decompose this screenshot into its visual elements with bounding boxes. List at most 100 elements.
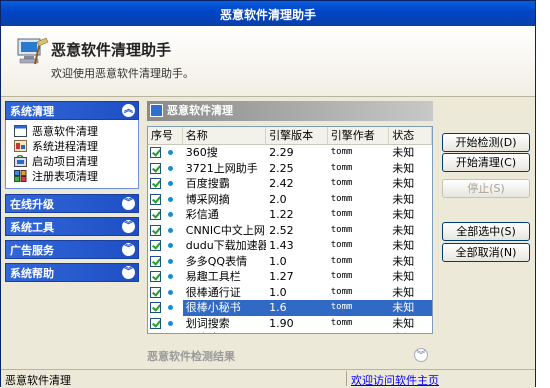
- author-cell: tomm: [330, 317, 353, 328]
- author-cell: tomm: [330, 240, 353, 250]
- row-checkbox[interactable]: [150, 209, 161, 220]
- sidebar: 系统清理 ︽ 恶意软件清理 系统进程清理 启动项目清理 注册表项清理 在线升级: [5, 101, 139, 369]
- bullet-icon: [168, 289, 173, 295]
- table-row[interactable]: 彩信通 1.22 tomm 未知: [148, 207, 432, 223]
- row-checkbox[interactable]: [150, 240, 161, 251]
- status-cell: 未知: [392, 285, 415, 299]
- chevron-down-icon[interactable]: ︾: [122, 266, 135, 279]
- stop-button[interactable]: 停止(S): [442, 179, 530, 198]
- homepage-link[interactable]: 欢迎访问软件主页: [351, 372, 439, 388]
- author-cell: tomm: [330, 209, 353, 219]
- version-cell: 2.52: [269, 223, 294, 237]
- author-cell: tomm: [327, 300, 390, 316]
- deselect-all-button[interactable]: 全部取消(N): [442, 243, 530, 262]
- status-cell: 未知: [392, 177, 415, 190]
- version-cell: 1.0: [269, 285, 287, 299]
- row-select-cell[interactable]: [148, 316, 183, 332]
- table-row[interactable]: 划词搜索 1.90 tomm 未知: [148, 316, 432, 332]
- row-select-cell[interactable]: [148, 161, 183, 177]
- title-bar[interactable]: 恶意软件清理助手: [1, 1, 535, 26]
- row-checkbox[interactable]: [150, 271, 161, 282]
- name-cell: 很棒通行证: [185, 285, 241, 299]
- chevron-down-icon[interactable]: ︾: [122, 220, 135, 233]
- status-cell: 未知: [392, 146, 415, 159]
- row-checkbox[interactable]: [150, 317, 161, 329]
- window-icon: [14, 125, 27, 137]
- detail-panel-title[interactable]: 恶意软件检测结果: [147, 347, 433, 367]
- row-select-cell[interactable]: [148, 285, 183, 301]
- malware-list[interactable]: 序号 名称 引擎版本 引擎作者 状态 360搜 2.29 tomm 未知 3721上网助…: [147, 126, 433, 334]
- sidebar-section-system-help[interactable]: 系统帮助 ︾: [5, 263, 139, 282]
- row-checkbox[interactable]: [150, 286, 161, 298]
- column-header[interactable]: 引擎版本: [266, 127, 328, 144]
- version-cell: 1.22: [269, 208, 294, 221]
- column-header[interactable]: 名称: [183, 127, 267, 144]
- row-select-cell[interactable]: [148, 192, 183, 208]
- chevron-down-icon[interactable]: ︾: [122, 243, 135, 256]
- row-checkbox[interactable]: [150, 162, 161, 174]
- table-row[interactable]: 多多QQ表情 1.0 tomm 未知: [148, 254, 432, 270]
- row-select-cell[interactable]: [148, 238, 183, 254]
- bullet-icon: [168, 258, 173, 264]
- table-row[interactable]: 百度搜霸 2.42 tomm 未知: [148, 176, 432, 192]
- table-row[interactable]: 360搜 2.29 tomm 未知: [148, 145, 432, 161]
- row-select-cell[interactable]: [148, 269, 183, 285]
- computer-icon: [17, 37, 49, 65]
- select-all-button[interactable]: 全部选中(S): [442, 222, 530, 241]
- chevron-down-icon[interactable]: ︾: [122, 197, 135, 210]
- author-cell: tomm: [330, 271, 353, 281]
- status-cell: 未知: [392, 208, 415, 221]
- table-row[interactable]: CNNIC中文上网 2.52 tomm 未知: [148, 223, 432, 239]
- sidebar-section-ad-service[interactable]: 广告服务 ︾: [5, 240, 139, 259]
- row-checkbox[interactable]: [150, 224, 161, 236]
- table-row[interactable]: 很棒小秘书 1.6 tomm 未知: [148, 300, 432, 316]
- name-cell: 3721上网助手: [185, 161, 258, 175]
- row-checkbox[interactable]: [150, 178, 161, 189]
- panel-header: 恶意软件清理: [147, 101, 433, 121]
- table-row[interactable]: dudu下载加速器 1.43 tomm 未知: [148, 238, 432, 254]
- column-header[interactable]: 引擎作者: [328, 127, 390, 144]
- start-clean-button[interactable]: 开始清理(C): [442, 153, 530, 172]
- table-row[interactable]: 易趣工具栏 1.27 tomm 未知: [148, 269, 432, 285]
- sidebar-item-process-clean[interactable]: 系统进程清理: [14, 139, 138, 154]
- author-cell: tomm: [328, 331, 390, 333]
- row-select-cell[interactable]: [148, 223, 183, 239]
- row-checkbox[interactable]: [150, 333, 161, 334]
- sidebar-section-online-update[interactable]: 在线升级 ︾: [5, 194, 139, 213]
- column-header[interactable]: 状态: [389, 127, 432, 144]
- row-checkbox[interactable]: [150, 302, 161, 313]
- sidebar-section-system-clean[interactable]: 系统清理 ︽: [5, 101, 139, 120]
- version-cell: 1.27: [269, 270, 294, 283]
- chevron-up-icon[interactable]: ︽: [122, 104, 135, 117]
- start-scan-button[interactable]: 开始检测(D): [442, 133, 530, 152]
- sidebar-section-system-tools[interactable]: 系统工具 ︾: [5, 217, 139, 236]
- row-checkbox[interactable]: [150, 255, 161, 267]
- table-row[interactable]: 网络猪1.33tomm未知: [148, 331, 432, 334]
- row-select-cell[interactable]: [148, 254, 183, 270]
- sidebar-item-malware-clean[interactable]: 恶意软件清理: [14, 124, 138, 139]
- table-row[interactable]: 很棒通行证 1.0 tomm 未知: [148, 285, 432, 301]
- table-row[interactable]: 3721上网助手 2.25 tomm 未知: [148, 161, 432, 177]
- sidebar-item-startup-clean[interactable]: 启动项目清理: [14, 154, 138, 169]
- row-checkbox[interactable]: [150, 147, 161, 158]
- chevron-down-icon[interactable]: ︾: [414, 348, 428, 362]
- welcome-text: 欢迎使用恶意软件清理助手。: [51, 67, 194, 80]
- row-select-cell[interactable]: [148, 331, 183, 334]
- row-select-cell[interactable]: [148, 145, 183, 161]
- row-select-cell[interactable]: [148, 207, 183, 223]
- section-label: 系统工具: [10, 221, 54, 234]
- main-panel: 恶意软件清理 序号 名称 引擎版本 引擎作者 状态 360搜 2.29 tomm 未知…: [147, 101, 433, 369]
- status-cell: 未知: [389, 300, 432, 316]
- row-select-cell[interactable]: [148, 176, 183, 192]
- sidebar-item-registry-clean[interactable]: 注册表项清理: [14, 169, 138, 184]
- row-select-cell[interactable]: [148, 300, 183, 316]
- registry-icon: [14, 170, 27, 182]
- table-row[interactable]: 博采网摘 2.0 tomm 未知: [148, 192, 432, 208]
- row-checkbox[interactable]: [150, 193, 161, 205]
- header-banner: 恶意软件清理助手 欢迎使用恶意软件清理助手。: [1, 26, 535, 97]
- app-heading: 恶意软件清理助手: [51, 41, 172, 59]
- column-header[interactable]: 序号: [148, 127, 183, 144]
- section-label: 系统清理: [10, 105, 54, 118]
- version-cell: 2.0: [269, 192, 287, 206]
- name-cell: 易趣工具栏: [185, 270, 241, 283]
